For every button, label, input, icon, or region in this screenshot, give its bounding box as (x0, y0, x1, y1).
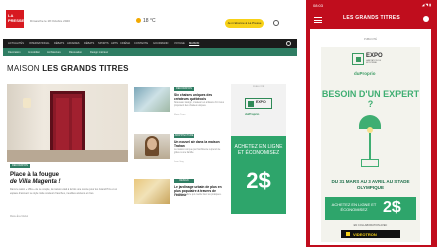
la-presse-logo[interactable]: LA PRESSE (6, 10, 24, 28)
subnav-item[interactable]: Immobilier (28, 51, 40, 54)
status-bar: 08:03 ◢ ◥ ▮ (306, 0, 437, 10)
status-time: 08:03 (313, 3, 324, 8)
section-title: MAISON LES GRANDS TITRES (7, 64, 129, 73)
hero-excerpt: Dans le salon « Villa » de ce couple, la… (10, 188, 118, 195)
hero-headline-line2[interactable]: de Villa Magenta ! (10, 179, 60, 185)
desktop-header: LA PRESSE Dimanche le 18 Octobre 2020 18… (3, 7, 297, 35)
ad-dates: DU 31 MARS AU 3 AVRIL AU STADE OLYMPIQUE (331, 179, 410, 190)
article-excerpt: Nouveaux design, créateurs et artisans d… (174, 102, 224, 108)
content-card: PUBLICITÉ EXPO HABITATION DE MONTRÉAL du… (310, 29, 431, 245)
ad-cta-block[interactable]: ACHETEZ EN LIGNE ET ÉCONOMISEZ 2$ (325, 197, 416, 220)
nav-item[interactable]: AFFAIRES (67, 42, 80, 45)
hero-tag[interactable]: DÉCORATION (10, 164, 30, 168)
article-title[interactable]: Six chaises uniques des créateurs québéc… (174, 93, 226, 101)
ad-headline: BESOIN D'UN EXPERT ? (321, 89, 420, 109)
desktop-screenshot: LA PRESSE Dimanche le 18 Octobre 2020 18… (3, 7, 297, 220)
nav-item[interactable]: ACTUALITÉS (8, 42, 24, 45)
section-prefix: MAISON (7, 64, 40, 73)
collab-label: EN COLLABORATION AVEC (353, 224, 388, 227)
article-excerpt: La maison conçue par l'architecte repren… (174, 149, 221, 155)
hero-headline[interactable]: Place à la fougue de Villa Magenta ! (10, 172, 128, 186)
expo-logo: EXPO HABITATION DE MONTRÉAL (352, 53, 389, 68)
sidebar-ad[interactable]: PUBLICITÉ EXPO duProprio ACHETEZ EN LIGN… (231, 84, 286, 214)
main-nav: ACTUALITÉS INTERNATIONAL DÉBATS AFFAIRES… (3, 39, 297, 48)
search-icon[interactable] (286, 41, 291, 46)
article-tag[interactable]: ARCHITECTURE (174, 134, 194, 138)
article-byline: Marie Tison (174, 114, 186, 116)
hero-image[interactable] (7, 84, 128, 162)
ad-label: PUBLICITÉ (252, 86, 265, 88)
article-thumbnail[interactable] (134, 134, 170, 159)
duproprio-logo: duProprio (245, 112, 260, 116)
mobile-ad[interactable]: EXPO HABITATION DE MONTRÉAL duProprio BE… (321, 47, 420, 242)
article-title[interactable]: Un nouvel air dans la maison Trahan (174, 140, 226, 148)
hero-headline-line1[interactable]: Place à la fougue (10, 172, 59, 178)
lamp-icon (355, 115, 385, 171)
article-card[interactable]: ARCHITECTURE Un nouvel air dans la maiso… (134, 134, 226, 168)
ad-price: 2$ (383, 199, 401, 216)
app-title: LES GRANDS TITRES (342, 15, 401, 21)
section-name: LES GRANDS TITRES (42, 64, 129, 73)
nav-item[interactable]: CINÉMA (120, 42, 130, 45)
expo-logo: EXPO (245, 98, 272, 109)
nav-item[interactable]: VOYAGE (174, 42, 185, 45)
sub-nav: Décoration Immobilier Architecture Rénov… (3, 48, 297, 56)
nav-item[interactable]: DÉBATS (84, 42, 94, 45)
subscribe-button[interactable]: Je m'abonne à La Presse (225, 19, 264, 28)
signal-icons: ◢ ◥ ▮ (421, 3, 431, 7)
pub-label: PUBLICITÉ (364, 38, 377, 41)
article-card[interactable]: DÉCORATION Six chaises uniques des créat… (134, 87, 226, 121)
nav-item[interactable]: GOURMAND (153, 42, 168, 45)
subnav-item[interactable]: Architecture (47, 51, 61, 54)
expo-brand: EXPO (256, 100, 266, 104)
ad-cta-text: ACHETEZ EN LIGNE ET ÉCONOMISEZ (331, 202, 377, 212)
article-thumbnail[interactable] (134, 179, 170, 204)
sun-icon (136, 18, 141, 23)
ad-cta-block[interactable]: ACHETEZ EN LIGNE ET ÉCONOMISEZ 2$ (231, 136, 286, 214)
app-bar: LES GRANDS TITRES (306, 12, 437, 27)
nav-item[interactable]: INTERNATIONAL (29, 42, 50, 45)
duproprio-logo: duProprio (354, 71, 376, 76)
user-icon[interactable] (273, 20, 279, 26)
article-byline: Jean Siag (174, 161, 184, 163)
nav-item[interactable]: DÉBATS (54, 42, 64, 45)
weather-temp: 18 °C (143, 18, 156, 24)
header-date: Dimanche le 18 Octobre 2020 (30, 19, 70, 23)
hero-floor (7, 150, 128, 162)
subnav-item[interactable]: Rénovation (69, 51, 82, 54)
nav-item[interactable]: CONTEXTE (134, 42, 148, 45)
article-thumbnail[interactable] (134, 87, 170, 112)
article-tag[interactable]: DÉCORATION (174, 87, 194, 91)
subnav-item[interactable]: Design intérieur (90, 51, 108, 54)
expo-brand: EXPO (366, 53, 383, 59)
mobile-screenshot: 08:03 ◢ ◥ ▮ LES GRANDS TITRES PUBLICITÉ … (306, 0, 437, 247)
weather-widget[interactable]: 18 °C (136, 18, 156, 24)
nav-item[interactable]: SPORTS (98, 42, 109, 45)
user-icon[interactable] (423, 16, 429, 22)
sponsor-name: VIDEOTRON (353, 231, 377, 237)
nav-item[interactable]: ARTS (111, 42, 118, 45)
article-tag[interactable]: DESIGN (174, 179, 194, 183)
nav-item-maison[interactable]: MAISON (189, 42, 199, 45)
hero-lamp (23, 98, 31, 108)
article-excerpt: Un nouveau livre qui cueille bien les pr… (174, 194, 222, 196)
subnav-item[interactable]: Décoration (8, 51, 21, 54)
ad-price: 2$ (246, 168, 271, 193)
hero-byline: Marie-Ève Martel (10, 215, 29, 218)
expo-sub: HABITATION DE MONTRÉAL (366, 60, 382, 64)
videotron-logo: VIDEOTRON (341, 230, 400, 238)
article-card[interactable]: DESIGN Le jardinage urbain de plus en pl… (134, 179, 226, 213)
ad-cta-text: ACHETEZ EN LIGNE ET ÉCONOMISEZ (234, 144, 283, 156)
